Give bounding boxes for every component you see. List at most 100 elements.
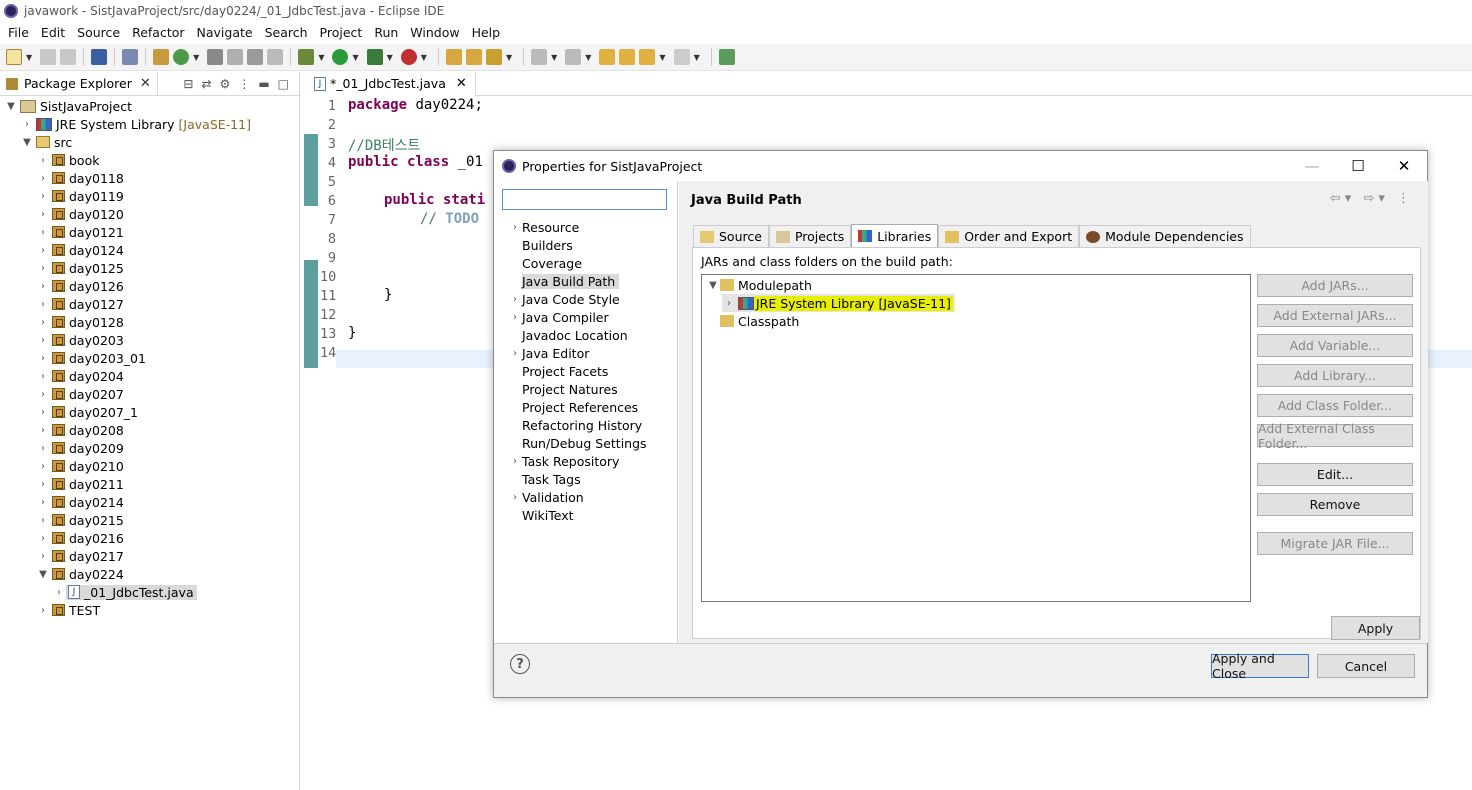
tree-package[interactable]: › day0127: [36, 295, 124, 313]
collapse-icon[interactable]: ›: [508, 312, 522, 323]
collapse-icon[interactable]: ›: [36, 353, 50, 364]
collapse-icon[interactable]: ›: [36, 173, 50, 184]
tree-package[interactable]: › TEST: [36, 601, 100, 619]
expand-icon[interactable]: ▼: [20, 137, 34, 148]
tree-package[interactable]: › day0120: [36, 205, 124, 223]
nav-item[interactable]: Project References: [508, 398, 638, 416]
tree-package[interactable]: › book: [36, 151, 99, 169]
collapse-icon[interactable]: ›: [722, 298, 736, 309]
build-path-tree[interactable]: ▼ Modulepath › JRE System Library [JavaS…: [701, 274, 1251, 602]
collapse-icon[interactable]: ›: [36, 317, 50, 328]
apply-button[interactable]: Apply: [1331, 616, 1420, 640]
nav-item[interactable]: Refactoring History: [508, 416, 642, 434]
tree-project[interactable]: ▼ SistJavaProject: [4, 97, 132, 115]
tree-package[interactable]: › day0207_1: [36, 403, 138, 421]
forward-icon[interactable]: [673, 49, 690, 65]
new-class-dropdown-icon[interactable]: ▼: [193, 53, 199, 62]
tree-package[interactable]: › day0118: [36, 169, 124, 187]
remove-button[interactable]: Remove: [1257, 493, 1413, 516]
search-tool-icon[interactable]: [485, 49, 502, 65]
collapse-icon[interactable]: ›: [36, 191, 50, 202]
collapse-icon[interactable]: ›: [36, 407, 50, 418]
collapse-icon[interactable]: ›: [36, 281, 50, 292]
tree-package[interactable]: › day0204: [36, 367, 124, 385]
collapse-icon[interactable]: ›: [36, 443, 50, 454]
close-icon[interactable]: ✕: [456, 76, 467, 91]
forward-edit-icon[interactable]: [619, 49, 636, 65]
menu-navigate[interactable]: Navigate: [191, 25, 259, 40]
tree-jre-library[interactable]: › JRE System Library [JavaSE-11]: [20, 115, 251, 133]
run-dropdown-icon[interactable]: ▼: [352, 53, 358, 62]
back-icon[interactable]: ⇦▾: [1330, 191, 1355, 206]
tree-classpath[interactable]: Classpath: [720, 312, 799, 330]
maximize-icon[interactable]: ☐: [1335, 157, 1381, 175]
collapse-icon[interactable]: ›: [36, 245, 50, 256]
close-icon[interactable]: ✕: [1381, 157, 1427, 175]
nav-item[interactable]: Builders: [508, 236, 573, 254]
tree-package[interactable]: › day0121: [36, 223, 124, 241]
apply-and-close-button[interactable]: Apply and Close: [1211, 651, 1309, 681]
debug-dropdown-icon[interactable]: ▼: [318, 53, 324, 62]
collapse-icon[interactable]: ›: [36, 299, 50, 310]
add-external-jars-button[interactable]: Add External JARs...: [1257, 304, 1413, 327]
open-type-icon[interactable]: [207, 49, 224, 65]
back-icon[interactable]: [639, 49, 656, 65]
external-tools-icon[interactable]: [400, 49, 417, 65]
collapse-icon[interactable]: ›: [508, 492, 522, 503]
filter-input[interactable]: [502, 189, 667, 210]
open-project-icon[interactable]: [465, 49, 482, 65]
nav-item[interactable]: WikiText: [508, 506, 574, 524]
tree-package[interactable]: › day0217: [36, 547, 124, 565]
debug-icon[interactable]: [298, 49, 315, 65]
menu-source[interactable]: Source: [71, 25, 126, 40]
nav-item[interactable]: Task Tags: [508, 470, 581, 488]
tab-projects[interactable]: Projects: [768, 225, 852, 247]
tree-package[interactable]: › day0211: [36, 475, 124, 493]
tree-package[interactable]: › day0128: [36, 313, 124, 331]
add-jars-button[interactable]: Add JARs...: [1257, 274, 1413, 297]
collapse-icon[interactable]: ›: [508, 348, 522, 359]
coverage-dropdown-icon[interactable]: ▼: [387, 53, 393, 62]
tree-modulepath[interactable]: ▼ Modulepath: [706, 276, 812, 294]
new-icon[interactable]: [6, 49, 22, 65]
prev-annotation-icon[interactable]: [565, 49, 582, 65]
tree-package[interactable]: › day0119: [36, 187, 124, 205]
tree-package[interactable]: › day0215: [36, 511, 124, 529]
last-edit-icon[interactable]: [599, 49, 616, 65]
menu-search[interactable]: Search: [259, 25, 314, 40]
collapse-icon[interactable]: ›: [36, 551, 50, 562]
menu-run[interactable]: Run: [368, 25, 404, 40]
tab-libraries[interactable]: Libraries: [851, 224, 939, 247]
nav-item[interactable]: Run/Debug Settings: [508, 434, 647, 452]
new-class-icon[interactable]: [173, 49, 190, 65]
nav-item[interactable]: › Java Editor: [508, 344, 589, 362]
nav-item[interactable]: › Java Compiler: [508, 308, 609, 326]
tab-module-dependencies[interactable]: Module Dependencies: [1079, 225, 1251, 247]
skip-breakpoints-icon[interactable]: [122, 49, 139, 65]
collapse-icon[interactable]: ›: [52, 587, 66, 598]
tree-package[interactable]: › day0203_01: [36, 349, 146, 367]
save-icon[interactable]: [40, 49, 57, 65]
nav-item[interactable]: › Validation: [508, 488, 584, 506]
edit-button[interactable]: Edit...: [1257, 463, 1413, 486]
save-all-icon[interactable]: [60, 49, 77, 65]
nav-item[interactable]: Project Natures: [508, 380, 618, 398]
tree-package[interactable]: › day0124: [36, 241, 124, 259]
forward-dropdown-icon[interactable]: ▼: [694, 53, 700, 62]
tree-package[interactable]: › day0214: [36, 493, 124, 511]
tree-java-file[interactable]: › J _01_JdbcTest.java: [52, 583, 197, 601]
nav-item[interactable]: Java Build Path: [508, 272, 620, 290]
migrate-jar-button[interactable]: Migrate JAR File...: [1257, 532, 1413, 555]
close-icon[interactable]: ✕: [140, 76, 151, 91]
nav-item[interactable]: › Java Code Style: [508, 290, 620, 308]
tree-package[interactable]: › day0209: [36, 439, 124, 457]
menu-file[interactable]: File: [2, 25, 35, 40]
forward-icon[interactable]: ⇨▾: [1363, 191, 1388, 206]
nav-item[interactable]: Javadoc Location: [508, 326, 628, 344]
pen-icon[interactable]: [227, 49, 244, 65]
open-folder-icon[interactable]: [445, 49, 462, 65]
minimize-icon[interactable]: ▬: [258, 77, 269, 91]
collapse-all-icon[interactable]: ⊟: [183, 77, 193, 91]
collapse-icon[interactable]: ›: [36, 425, 50, 436]
collapse-icon[interactable]: ›: [36, 155, 50, 166]
